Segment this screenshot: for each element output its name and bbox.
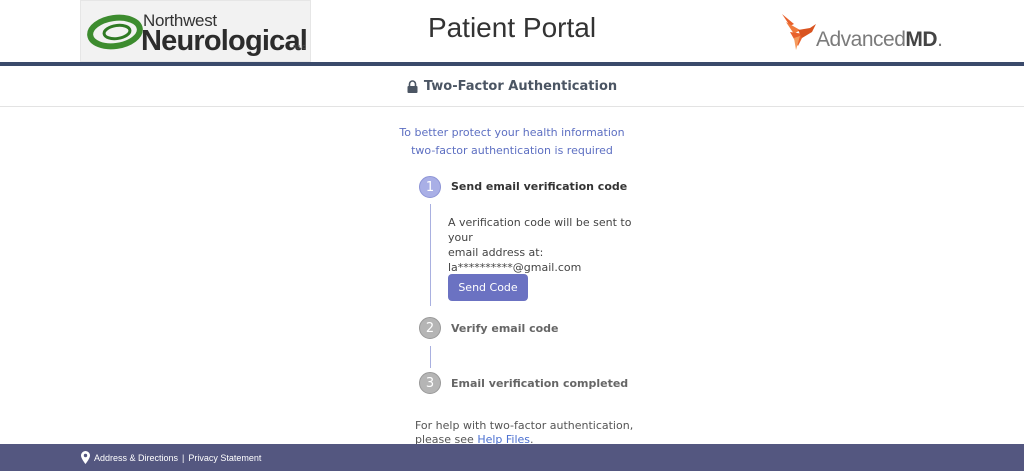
advancedmd-wordmark: AdvancedMD. — [816, 28, 943, 52]
privacy-statement-link[interactable]: Privacy Statement — [188, 453, 261, 463]
description-line-2: email address at: — [448, 246, 544, 259]
footer-separator: | — [182, 452, 185, 463]
footer: Address & Directions | Privacy Statement — [0, 444, 1024, 471]
section-header: Two-Factor Authentication — [0, 66, 1024, 107]
step-connector-1 — [430, 204, 431, 306]
wordmark-dot: . — [937, 28, 943, 51]
northwest-neurological-logo[interactable]: Northwest Neurological PLLC — [80, 0, 311, 62]
step-1-number: 1 — [419, 176, 441, 198]
hummingbird-logo-icon — [782, 14, 816, 50]
advancedmd-logo: AdvancedMD. — [780, 12, 950, 52]
section-title: Two-Factor Authentication — [423, 78, 618, 94]
description-line-1: A verification code will be sent to your — [448, 216, 632, 244]
step-connector-2 — [430, 346, 431, 368]
send-code-button[interactable]: Send Code — [448, 274, 528, 301]
step-1-label: Send email verification code — [451, 180, 628, 193]
wordmark-md: MD — [905, 28, 938, 51]
map-pin-icon — [81, 451, 90, 464]
step-3-number: 3 — [419, 372, 441, 394]
logo-suffix: PLLC — [293, 45, 306, 51]
step-2-number: 2 — [419, 317, 441, 339]
step-3-label: Email verification completed — [451, 377, 629, 390]
lock-icon — [407, 80, 418, 93]
address-directions-link[interactable]: Address & Directions — [94, 453, 178, 463]
intro-text: To better protect your health informatio… — [0, 124, 1024, 160]
step-1-description: A verification code will be sent to your… — [448, 215, 658, 275]
intro-line-2: two-factor authentication is required — [411, 144, 613, 157]
help-line-1: For help with two-factor authentication, — [415, 419, 634, 432]
intro-line-1: To better protect your health informatio… — [399, 126, 625, 139]
swirl-logo-icon — [87, 14, 143, 50]
help-text: For help with two-factor authentication,… — [415, 419, 675, 447]
logo-line-neurological: Neurological — [141, 25, 308, 57]
wordmark-advanced: Advanced — [816, 28, 906, 51]
header: Northwest Neurological PLLC Patient Port… — [0, 0, 1024, 62]
step-2-label: Verify email code — [451, 322, 559, 335]
masked-email: la**********@gmail.com — [448, 261, 582, 274]
